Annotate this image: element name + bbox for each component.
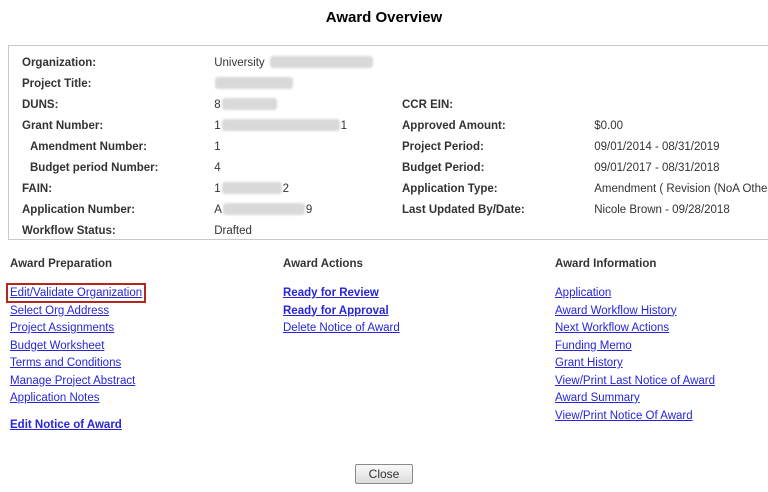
overview-right-column: CCR EIN: Approved Amount: $0.00 Project … (402, 95, 768, 221)
link-next-workflow-actions[interactable]: Next Workflow Actions (555, 322, 669, 334)
award-preparation-section: Award Preparation Edit/Validate Organiza… (10, 258, 142, 436)
budget-period-number-value: 4 (214, 158, 220, 179)
redacted-value-block (270, 56, 373, 68)
last-updated-value: Nicole Brown - 09/28/2018 (594, 200, 730, 221)
organization-label: Organization: (22, 53, 211, 74)
grant-number-value: 11 (214, 116, 347, 137)
amendment-number-label: Amendment Number: (22, 137, 211, 158)
field-row-application-number: Application Number: A9 (22, 200, 374, 221)
application-type-label: Application Type: (402, 179, 591, 200)
last-updated-label: Last Updated By/Date: (402, 200, 591, 221)
project-title-label: Project Title: (22, 74, 211, 95)
link-manage-project-abstract[interactable]: Manage Project Abstract (10, 375, 135, 387)
page-title: Award Overview (0, 9, 768, 26)
link-award-summary[interactable]: Award Summary (555, 392, 640, 404)
link-edit-notice-of-award[interactable]: Edit Notice of Award (10, 419, 122, 431)
field-row-approved-amount: Approved Amount: $0.00 (402, 116, 768, 137)
award-information-section: Award Information Application Award Work… (555, 258, 715, 427)
link-select-org-address[interactable]: Select Org Address (10, 305, 109, 317)
grant-number-label: Grant Number: (22, 116, 211, 137)
award-actions-section: Award Actions Ready for Review Ready for… (283, 258, 400, 340)
application-type-value: Amendment ( Revision (NoA Other) 1 ) (594, 179, 768, 200)
application-number-value: A9 (214, 200, 312, 221)
link-budget-worksheet[interactable]: Budget Worksheet (10, 340, 104, 352)
link-award-workflow-history[interactable]: Award Workflow History (555, 305, 677, 317)
budget-period-value: 09/01/2017 - 08/31/2018 (594, 158, 719, 179)
link-funding-memo[interactable]: Funding Memo (555, 340, 632, 352)
award-preparation-heading: Award Preparation (10, 258, 142, 270)
duns-label: DUNS: (22, 95, 211, 116)
award-actions-heading: Award Actions (283, 258, 400, 270)
redacted-value-block (222, 98, 277, 110)
link-grant-history[interactable]: Grant History (555, 357, 623, 369)
workflow-status-value: Drafted (214, 221, 252, 242)
field-row-organization: Organization: University (22, 53, 374, 74)
budget-period-number-label: Budget period Number: (22, 158, 211, 179)
redacted-value-block (222, 182, 282, 194)
field-row-ccr-ein: CCR EIN: (402, 95, 768, 116)
ccr-ein-label: CCR EIN: (402, 95, 591, 116)
project-title-value (214, 74, 294, 95)
overview-left-column: Organization: University Project Title: … (22, 53, 374, 242)
field-row-budget-period-number: Budget period Number: 4 (22, 158, 374, 179)
link-terms-and-conditions[interactable]: Terms and Conditions (10, 357, 121, 369)
field-row-grant-number: Grant Number: 11 (22, 116, 374, 137)
link-edit-validate-organization[interactable]: Edit/Validate Organization (10, 287, 142, 299)
field-row-application-type: Application Type: Amendment ( Revision (… (402, 179, 768, 200)
award-overview-panel: Organization: University Project Title: … (8, 45, 768, 240)
redacted-value-block (222, 119, 340, 131)
amendment-number-value: 1 (214, 137, 220, 158)
project-period-value: 09/01/2014 - 08/31/2019 (594, 137, 719, 158)
field-row-fain: FAIN: 12 (22, 179, 374, 200)
field-row-project-title: Project Title: (22, 74, 374, 95)
budget-period-label: Budget Period: (402, 158, 591, 179)
link-ready-for-approval[interactable]: Ready for Approval (283, 305, 389, 317)
field-row-amendment-number: Amendment Number: 1 (22, 137, 374, 158)
link-application[interactable]: Application (555, 287, 611, 299)
redacted-value-block (223, 203, 305, 215)
fain-label: FAIN: (22, 179, 211, 200)
close-button[interactable]: Close (355, 464, 414, 484)
footer-bar: Close (0, 464, 768, 484)
project-period-label: Project Period: (402, 137, 591, 158)
application-number-label: Application Number: (22, 200, 211, 221)
link-project-assignments[interactable]: Project Assignments (10, 322, 114, 334)
field-row-project-period: Project Period: 09/01/2014 - 08/31/2019 (402, 137, 768, 158)
link-view-print-notice-of-award[interactable]: View/Print Notice Of Award (555, 410, 693, 422)
organization-value: University (214, 53, 373, 74)
link-ready-for-review[interactable]: Ready for Review (283, 287, 379, 299)
fain-value: 12 (214, 179, 289, 200)
duns-value: 8 (214, 95, 277, 116)
redacted-value-block (215, 77, 293, 89)
link-application-notes[interactable]: Application Notes (10, 392, 100, 404)
approved-amount-value: $0.00 (594, 116, 623, 137)
link-view-print-last-notice-of-award[interactable]: View/Print Last Notice of Award (555, 375, 715, 387)
link-delete-notice-of-award[interactable]: Delete Notice of Award (283, 322, 400, 334)
workflow-status-label: Workflow Status: (22, 221, 211, 242)
field-row-budget-period: Budget Period: 09/01/2017 - 08/31/2018 (402, 158, 768, 179)
field-row-workflow-status: Workflow Status: Drafted (22, 221, 374, 242)
award-information-heading: Award Information (555, 258, 715, 270)
field-row-last-updated: Last Updated By/Date: Nicole Brown - 09/… (402, 200, 768, 221)
field-row-duns: DUNS: 8 (22, 95, 374, 116)
approved-amount-label: Approved Amount: (402, 116, 591, 137)
